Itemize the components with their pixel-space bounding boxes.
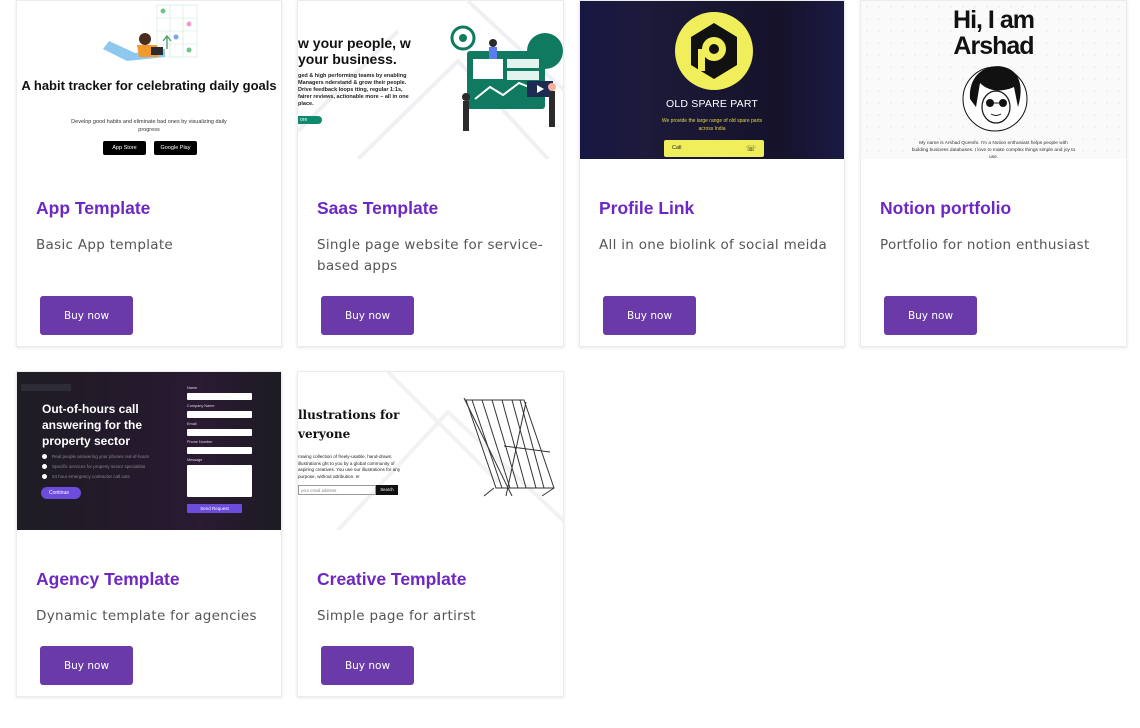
field-label: Phone Number [187, 440, 213, 444]
profile-name: OLD SPARE PART [665, 98, 759, 110]
card-description: Basic App template [36, 237, 174, 253]
creative-template-preview: llustrations for veryone rowing collecti… [298, 372, 563, 530]
app-store-badge: App Store [103, 141, 146, 155]
send-request-button-preview: Send Request [187, 504, 242, 513]
card-title[interactable]: App Template [36, 198, 150, 219]
card-description: All in one biolink of social meida [599, 237, 828, 253]
preview-body: My name is Arshad Qureshi. I'm a Notion … [911, 141, 1076, 159]
google-play-badge: Google Play [154, 141, 197, 155]
notion-portfolio-preview: Hi, I am Arshad My name is Arshad Quresh… [861, 1, 1126, 159]
template-card-app[interactable]: A habit tracker for celebrating daily go… [16, 0, 282, 347]
preview-point: Specific services for property sector sp… [42, 464, 145, 469]
preview-cta: ore [298, 116, 322, 124]
agency-template-preview: Out-of-hours call answering for the prop… [17, 372, 281, 530]
preview-point: Real people answering your phones out-of… [42, 454, 149, 459]
preview-heading: Hi, I am Arshad [953, 6, 1035, 60]
form-field [187, 429, 252, 436]
card-title[interactable]: Profile Link [599, 198, 694, 219]
deck-chair-illustration [463, 397, 555, 497]
buy-now-button[interactable]: Buy now [321, 296, 414, 335]
email-input-preview: your email address [298, 485, 376, 495]
card-title[interactable]: Agency Template [36, 569, 180, 590]
preview-body: ged & high performing teams by enabling … [298, 73, 409, 107]
buy-now-button[interactable]: Buy now [40, 646, 133, 685]
habit-tracker-illustration [103, 4, 198, 61]
field-label: Company Name [187, 404, 215, 408]
spare-part-logo-icon [675, 12, 753, 90]
card-title[interactable]: Notion portfolio [880, 198, 1011, 219]
call-button-preview: Call ☏ [664, 140, 764, 157]
phone-icon: ☏ [745, 144, 756, 153]
app-template-preview: A habit tracker for celebrating daily go… [17, 1, 281, 159]
preview-point: 24 hour emergency contractor call outs [42, 474, 130, 479]
form-field [187, 447, 252, 454]
browser-bar [21, 384, 71, 391]
template-card-creative[interactable]: llustrations for veryone rowing collecti… [297, 371, 564, 697]
card-description: Single page website for service-based ap… [317, 237, 544, 274]
profile-link-preview: OLD SPARE PART We provide the large rang… [580, 1, 844, 159]
profile-tagline: We provide the large range of old spare … [661, 118, 763, 132]
form-field [187, 411, 252, 418]
preview-body: Develop good habits and eliminate bad on… [71, 119, 227, 133]
field-label: Email [187, 422, 197, 426]
preview-heading: w your people, w your business. [298, 35, 411, 67]
saas-template-preview: w your people, w your business. ged & hi… [298, 1, 563, 159]
continue-button-preview: Continue [41, 487, 81, 499]
template-card-saas[interactable]: w your people, w your business. ged & hi… [297, 0, 564, 347]
buy-now-button[interactable]: Buy now [884, 296, 977, 335]
search-button-preview: Search [376, 485, 398, 495]
field-label: Name [187, 386, 198, 390]
buy-now-button[interactable]: Buy now [321, 646, 414, 685]
template-card-notion-portfolio[interactable]: Hi, I am Arshad My name is Arshad Quresh… [860, 0, 1127, 347]
preview-heading: A habit tracker for celebrating daily go… [21, 78, 277, 93]
form-field [187, 393, 252, 400]
dashboard-illustration [450, 25, 563, 131]
card-title[interactable]: Creative Template [317, 569, 466, 590]
call-label: Call [672, 145, 682, 151]
avatar-illustration [962, 66, 1028, 132]
card-description: Dynamic template for agencies [36, 608, 257, 624]
template-card-profile-link[interactable]: OLD SPARE PART We provide the large rang… [579, 0, 845, 347]
preview-heading: Out-of-hours call answering for the prop… [42, 402, 143, 448]
buy-now-button[interactable]: Buy now [40, 296, 133, 335]
card-description: Simple page for artirst [317, 608, 476, 624]
preview-heading: llustrations for veryone [298, 408, 400, 441]
field-label: Message [187, 458, 203, 462]
template-card-agency[interactable]: Out-of-hours call answering for the prop… [16, 371, 282, 697]
message-field [187, 465, 252, 497]
card-title[interactable]: Saas Template [317, 198, 438, 219]
card-description: Portfolio for notion enthusiast [880, 237, 1090, 253]
preview-body: rowing collection of freely-usable, hand… [298, 454, 401, 479]
buy-now-button[interactable]: Buy now [603, 296, 696, 335]
